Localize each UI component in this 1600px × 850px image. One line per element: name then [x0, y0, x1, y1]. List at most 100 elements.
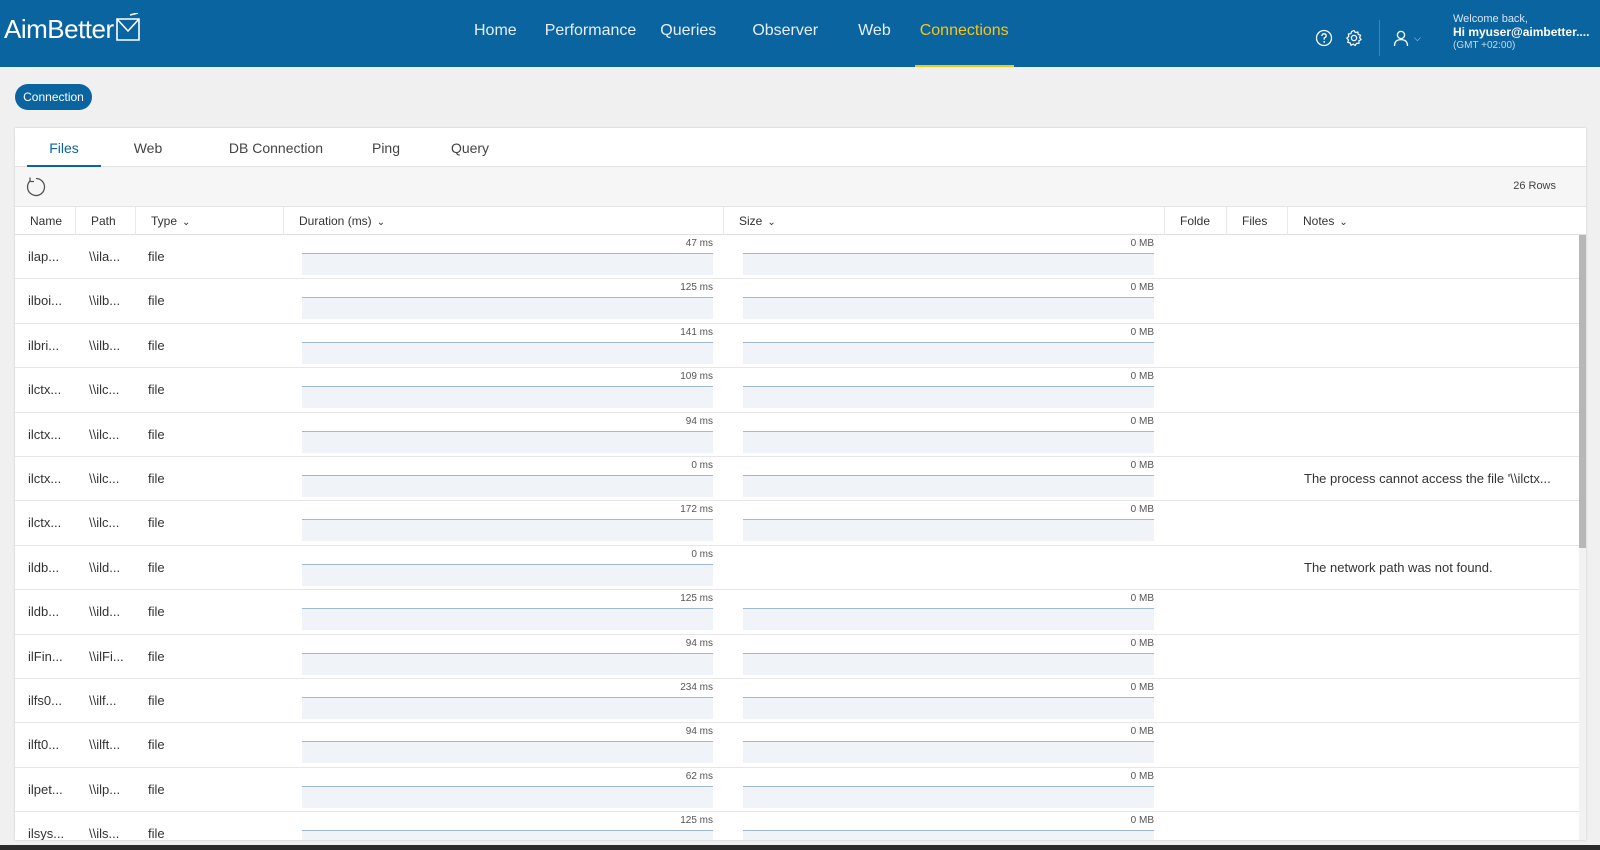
duration-bar — [302, 785, 713, 808]
size-cell: 0 MB — [743, 279, 1191, 323]
duration-cell: 125 ms — [302, 590, 750, 634]
divider — [1379, 20, 1380, 56]
scrollbar-thumb[interactable] — [1579, 235, 1586, 548]
vertical-scrollbar[interactable] — [1579, 235, 1586, 840]
cell-path: \\ilb... — [89, 293, 121, 309]
table-row[interactable]: ildb... \\ild... file The network path was … — [15, 546, 1579, 591]
column-header-duration[interactable]: Duration (ms) ⌄ — [284, 207, 724, 235]
chevron-down-icon: ⌄ — [182, 217, 191, 228]
nav-performance[interactable]: Performance — [533, 0, 649, 67]
nav-web[interactable]: Web — [846, 0, 903, 67]
cell-type: file — [148, 781, 165, 797]
tab-web[interactable]: Web — [130, 128, 166, 167]
size-value: 0 MB — [1130, 770, 1154, 782]
cell-notes — [1304, 635, 1566, 679]
size-bar — [743, 696, 1154, 719]
aimbetter-logo[interactable]: AimBetter — [4, 12, 140, 45]
duration-value: 125 ms — [680, 815, 713, 827]
duration-bar — [302, 830, 713, 840]
table-row[interactable]: ildb... \\ild... file 125 ms 0 MB — [15, 590, 1579, 635]
column-header-name[interactable]: Name — [15, 207, 76, 235]
table-row[interactable]: ilFin... \\ilFi... file 94 ms 0 MB — [15, 635, 1579, 679]
tab-query[interactable]: Query — [445, 128, 495, 167]
connection-button[interactable]: Connection — [15, 84, 92, 110]
cell-type: file — [148, 692, 165, 708]
duration-bar — [302, 341, 713, 364]
tab-db-connection[interactable]: DB Connection — [215, 128, 337, 167]
size-cell: 0 MB — [743, 413, 1191, 457]
cell-name: ilctx... — [28, 382, 62, 398]
table-header: Name Path Type ⌄ Duration (ms) ⌄ Size ⌄ Fol… — [15, 207, 1586, 235]
duration-bar — [302, 386, 713, 409]
table-row[interactable]: ilctx... \\ilc... file The process cannot a… — [15, 457, 1579, 502]
cell-name: ilbri... — [28, 337, 60, 353]
cell-path: \\ilc... — [89, 515, 120, 531]
duration-bar — [302, 297, 713, 320]
help-icon[interactable] — [1313, 27, 1335, 49]
cell-name: ilctx... — [28, 515, 62, 531]
duration-bar — [302, 696, 713, 719]
cell-path: \\ilc... — [89, 470, 120, 486]
table-row[interactable]: ilbri... \\ilb... file 141 ms 0 MB — [15, 324, 1579, 369]
size-bar — [743, 341, 1154, 364]
cell-notes — [1304, 723, 1566, 767]
duration-bar — [302, 519, 713, 542]
logo-text: AimBetter — [4, 14, 114, 44]
settings-icon[interactable] — [1343, 27, 1365, 49]
column-header-type[interactable]: Type ⌄ — [136, 207, 284, 235]
size-bar — [743, 519, 1154, 542]
nav-home[interactable]: Home — [462, 0, 529, 67]
cell-path: \\ilft... — [89, 737, 121, 753]
size-cell: 0 MB — [743, 235, 1191, 279]
table-row[interactable]: ilft0... \\ilft... file 94 ms 0 MB — [15, 723, 1579, 768]
table-row[interactable]: ilctx... \\ilc... file 94 ms 0 MB — [15, 413, 1579, 457]
column-header-folder[interactable]: Folde — [1165, 207, 1227, 235]
chevron-down-icon[interactable]: ⌵ — [1414, 33, 1421, 44]
user-timezone: (GMT +02:00) — [1453, 40, 1516, 51]
size-cell: 0 MB — [743, 501, 1191, 545]
nav-connections[interactable]: Connections — [914, 0, 1014, 67]
main-nav: Home Performance Queries Observer Web Co… — [462, 0, 1014, 67]
cell-notes — [1304, 413, 1566, 457]
size-value: 0 MB — [1130, 238, 1154, 249]
refresh-icon[interactable] — [25, 176, 47, 203]
size-value: 0 MB — [1130, 637, 1154, 649]
user-info[interactable]: Welcome back, Hi myuser@aimbetter.... (G… — [1453, 13, 1589, 52]
table-row[interactable]: ilsys... \\ils... file 125 ms 0 MB — [15, 812, 1579, 840]
column-header-files[interactable]: Files — [1227, 207, 1288, 235]
cell-type: file — [148, 249, 165, 264]
cell-path: \\ild... — [89, 559, 121, 575]
size-bar — [743, 652, 1154, 675]
duration-cell: 234 ms — [302, 679, 750, 723]
table-row[interactable]: ilctx... \\ilc... file 109 ms 0 MB — [15, 368, 1579, 413]
size-bar — [743, 253, 1154, 275]
column-header-notes[interactable]: Notes ⌄ — [1288, 207, 1579, 235]
table-row[interactable]: ilfs0... \\ilf... file 234 ms 0 MB — [15, 679, 1579, 724]
table-row[interactable]: ilap... \\ila... file 47 ms 0 MB — [15, 235, 1579, 280]
duration-value: 125 ms — [680, 593, 713, 605]
user-icon[interactable] — [1390, 27, 1412, 49]
cell-name: ilfs0... — [28, 692, 62, 708]
cell-notes: The process cannot access the file '\\il… — [1304, 470, 1551, 486]
taskbar-strip — [0, 845, 1600, 850]
table-row[interactable]: ilboi... \\ilb... file 125 ms 0 MB — [15, 279, 1579, 324]
duration-cell: 94 ms — [302, 635, 750, 679]
column-header-size[interactable]: Size ⌄ — [724, 207, 1165, 235]
nav-queries[interactable]: Queries — [648, 0, 728, 67]
tab-ping[interactable]: Ping — [365, 128, 407, 167]
duration-value: 94 ms — [685, 415, 713, 427]
table-row[interactable]: ilpet... \\ilp... file 62 ms 0 MB — [15, 768, 1579, 813]
duration-bar — [302, 741, 713, 764]
duration-value: 47 ms — [685, 238, 713, 249]
duration-bar — [302, 430, 713, 453]
size-value: 0 MB — [1130, 282, 1154, 294]
tab-files[interactable]: Files — [27, 128, 101, 167]
nav-observer[interactable]: Observer — [740, 0, 830, 67]
column-header-path[interactable]: Path — [76, 207, 136, 235]
cell-name: ildb... — [28, 604, 60, 620]
cell-path: \\ilc... — [89, 382, 120, 398]
size-cell: 0 MB — [743, 768, 1191, 812]
cell-name: ilctx... — [28, 426, 62, 442]
cell-type: file — [148, 293, 165, 309]
table-row[interactable]: ilctx... \\ilc... file 172 ms 0 MB — [15, 501, 1579, 546]
